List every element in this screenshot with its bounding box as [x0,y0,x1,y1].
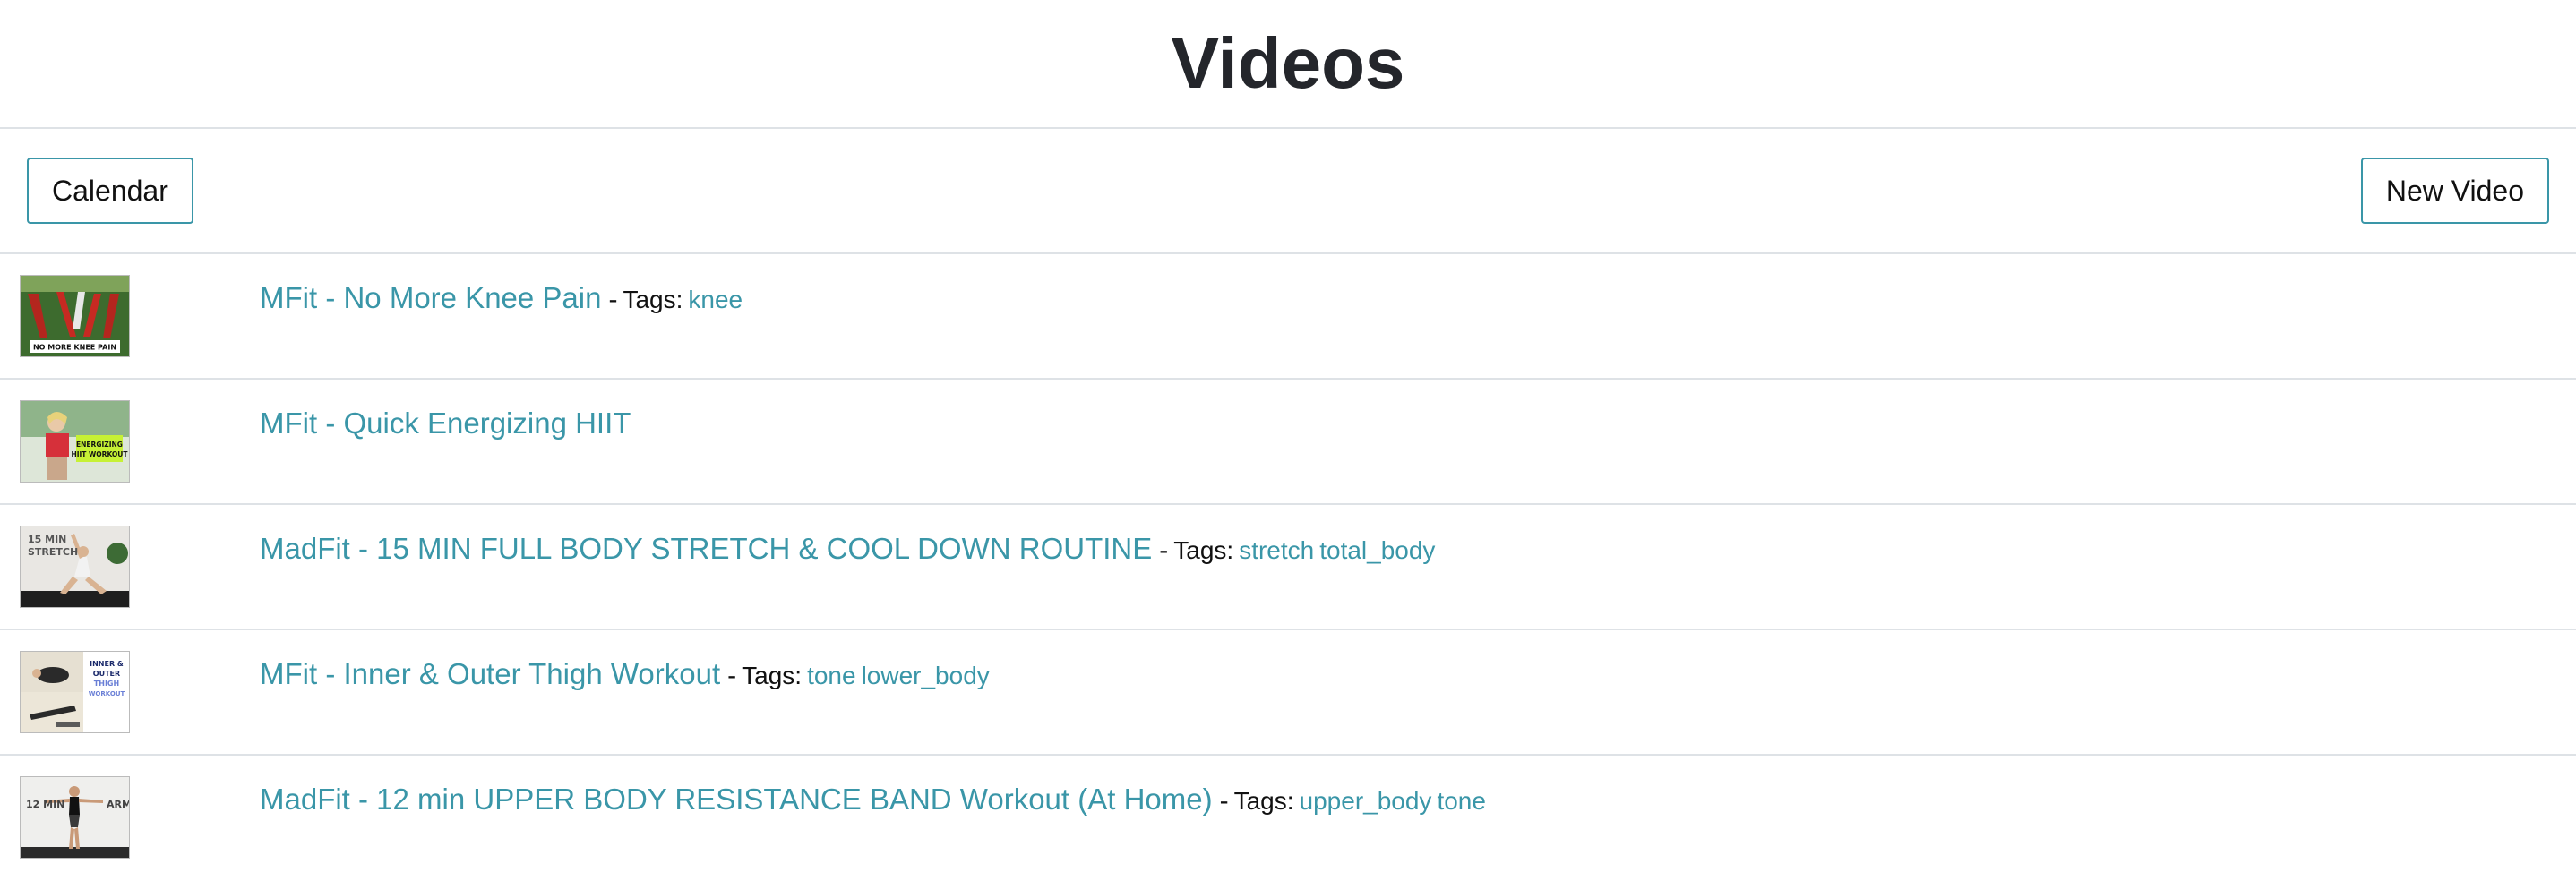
video-info: MadFit - 15 MIN FULL BODY STRETCH & COOL… [260,532,1435,566]
tags-label: Tags: [1173,536,1234,564]
video-thumbnail[interactable]: INNER & OUTER THIGH WORKOUT [21,652,129,732]
title-separator: - [608,285,618,314]
thumbnail-caption: 15 MIN [28,534,66,545]
video-title-link[interactable]: MadFit - 12 min UPPER BODY RESISTANCE BA… [260,783,1213,816]
video-list: NO MORE KNEE PAIN MFit - No More Knee Pa… [0,254,2576,881]
video-row: NO MORE KNEE PAIN MFit - No More Knee Pa… [0,254,2576,380]
thumbnail-caption: ENERGIZING [76,440,123,449]
video-title-link[interactable]: MFit - Quick Energizing HIIT [260,406,631,440]
page-header: Videos [0,0,2576,129]
thumbnail-caption-line2: STRETCH [28,546,78,558]
tags-label: Tags: [623,286,683,313]
title-separator: - [727,661,737,690]
tag-link[interactable]: upper_body [1300,787,1432,815]
video-thumbnail[interactable]: NO MORE KNEE PAIN [21,276,129,356]
toolbar: Calendar New Video [0,129,2576,254]
thumbnail-caption: 12 MIN [26,799,64,810]
title-separator: - [1219,786,1229,816]
hiit-thumbnail-image: ENERGIZING HIIT WORKOUT [21,401,129,482]
tag-list: tone lower_body [802,662,990,689]
video-info: MadFit - 12 min UPPER BODY RESISTANCE BA… [260,783,1486,817]
video-info: MFit - No More Knee Pain - Tags: knee [260,281,743,315]
new-video-button[interactable]: New Video [2360,158,2549,224]
thumbnail-caption-line2: OUTER [93,670,120,678]
video-info: MFit - Quick Energizing HIIT [260,406,631,440]
tag-link[interactable]: tone [1437,787,1486,815]
video-title-link[interactable]: MFit - No More Knee Pain [260,281,601,314]
tag-link[interactable]: stretch [1239,536,1314,564]
video-row: ENERGIZING HIIT WORKOUT MFit - Quick Ene… [0,380,2576,505]
video-info: MFit - Inner & Outer Thigh Workout - Tags:… [260,657,990,691]
thumbnail-caption-line2: ARMS [107,799,129,810]
calendar-button[interactable]: Calendar [27,158,193,224]
tag-list: stretch total_body [1233,536,1435,564]
video-thumbnail[interactable]: ENERGIZING HIIT WORKOUT [21,401,129,482]
page-title: Videos [1171,23,1405,103]
title-separator: - [1159,535,1169,565]
thumbnail-caption: INNER & [90,660,124,668]
video-row: 15 MIN STRETCH MadFit - 15 MIN FULL BODY… [0,505,2576,630]
tag-link[interactable]: lower_body [862,662,990,689]
stretch-thumbnail-image: 15 MIN STRETCH [21,526,129,607]
tag-list: knee [683,286,743,313]
knee-thumbnail-image: NO MORE KNEE PAIN [21,276,129,356]
video-title-link[interactable]: MFit - Inner & Outer Thigh Workout [260,657,720,690]
video-thumbnail[interactable]: 12 MIN ARMS [21,777,129,858]
tag-link[interactable]: total_body [1319,536,1435,564]
thumbnail-caption-line2: HIIT WORKOUT [71,450,128,458]
video-thumbnail[interactable]: 15 MIN STRETCH [21,526,129,607]
video-row: 12 MIN ARMS MadFit - 12 min UPPER BODY R… [0,756,2576,881]
video-row: INNER & OUTER THIGH WORKOUT MFit - Inner… [0,630,2576,756]
thigh-thumbnail-image: INNER & OUTER THIGH WORKOUT [21,652,129,732]
arms-thumbnail-image: 12 MIN ARMS [21,777,129,858]
tags-label: Tags: [1233,787,1294,815]
tag-list: upper_body tone [1294,787,1486,815]
tag-link[interactable]: knee [688,286,743,313]
thumbnail-caption: NO MORE KNEE PAIN [33,344,116,352]
thumbnail-caption-line3: THIGH [94,680,119,688]
video-title-link[interactable]: MadFit - 15 MIN FULL BODY STRETCH & COOL… [260,532,1152,565]
tag-link[interactable]: tone [807,662,856,689]
tags-label: Tags: [742,662,803,689]
thumbnail-caption-line4: WORKOUT [89,690,125,697]
